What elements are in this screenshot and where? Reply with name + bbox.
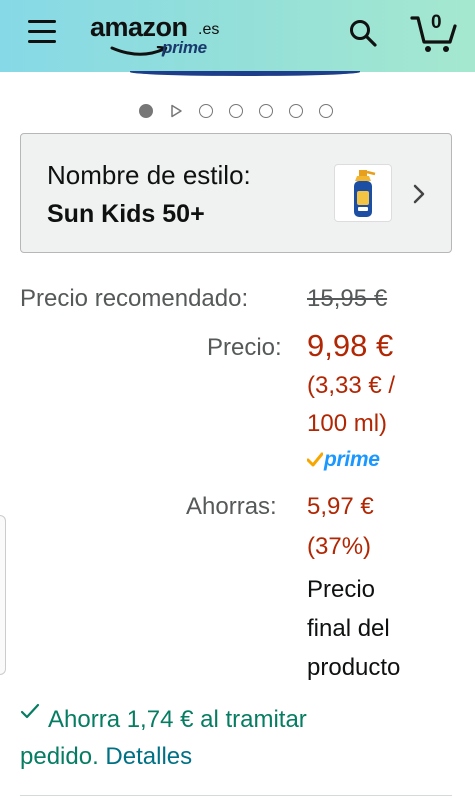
- top-header: amazon .es prime 0: [0, 0, 475, 72]
- style-selector-label: Nombre de estilo:: [47, 160, 251, 190]
- carousel-dot[interactable]: [259, 104, 273, 118]
- section-divider: [20, 795, 452, 796]
- price-label: Precio:: [207, 334, 282, 361]
- carousel-dot[interactable]: [289, 104, 303, 118]
- recommended-price-label: Precio recomendado:: [20, 285, 249, 312]
- final-price-note-line1: Precio: [307, 576, 376, 603]
- promo-line2-text: pedido.: [20, 743, 99, 770]
- hamburger-menu-icon[interactable]: [28, 20, 56, 44]
- video-play-icon[interactable]: [169, 104, 183, 118]
- style-selector-button[interactable]: Nombre de estilo: Sun Kids 50+: [20, 133, 452, 253]
- promo-line1: Ahorra 1,74 € al tramitar: [48, 706, 307, 733]
- final-price-note-line3: producto: [307, 654, 401, 681]
- final-price-note-line2: final del: [307, 615, 390, 642]
- carousel-dot[interactable]: [199, 104, 213, 118]
- cart-count: 0: [431, 12, 442, 33]
- product-image-edge: [130, 68, 360, 76]
- smile-arrow-icon: [110, 46, 168, 57]
- savings-percent: (37%): [307, 533, 372, 560]
- search-icon[interactable]: [348, 18, 378, 48]
- details-link[interactable]: Detalles: [105, 743, 192, 770]
- carousel-dot[interactable]: [319, 104, 333, 118]
- unit-price-line1: (3,33 € /: [307, 372, 396, 399]
- prime-check-icon: [307, 452, 323, 467]
- prime-badge-text: prime: [324, 448, 380, 471]
- cart-button[interactable]: 0: [410, 10, 458, 54]
- savings-value: 5,97 €: [307, 493, 374, 520]
- side-panel-edge: [0, 515, 6, 675]
- price-value: 9,98 €: [307, 328, 394, 363]
- chevron-right-icon: [413, 184, 425, 204]
- carousel-dot-active[interactable]: [139, 104, 153, 118]
- style-thumbnail: [334, 164, 392, 222]
- savings-label: Ahorras:: [186, 493, 277, 520]
- style-selector-value: Sun Kids 50+: [47, 200, 205, 228]
- logo-domain: .es: [198, 21, 220, 38]
- unit-price-line2: 100 ml): [307, 410, 388, 437]
- promo-line2: pedido. Detalles: [20, 743, 192, 771]
- recommended-price-value: 15,95 €: [307, 285, 388, 312]
- logo-prime-text: prime: [162, 38, 207, 57]
- amazon-prime-logo[interactable]: amazon .es prime: [90, 12, 220, 58]
- carousel-dot[interactable]: [229, 104, 243, 118]
- checkmark-icon: [20, 703, 40, 719]
- sunscreen-spray-bottle-icon: [354, 170, 376, 217]
